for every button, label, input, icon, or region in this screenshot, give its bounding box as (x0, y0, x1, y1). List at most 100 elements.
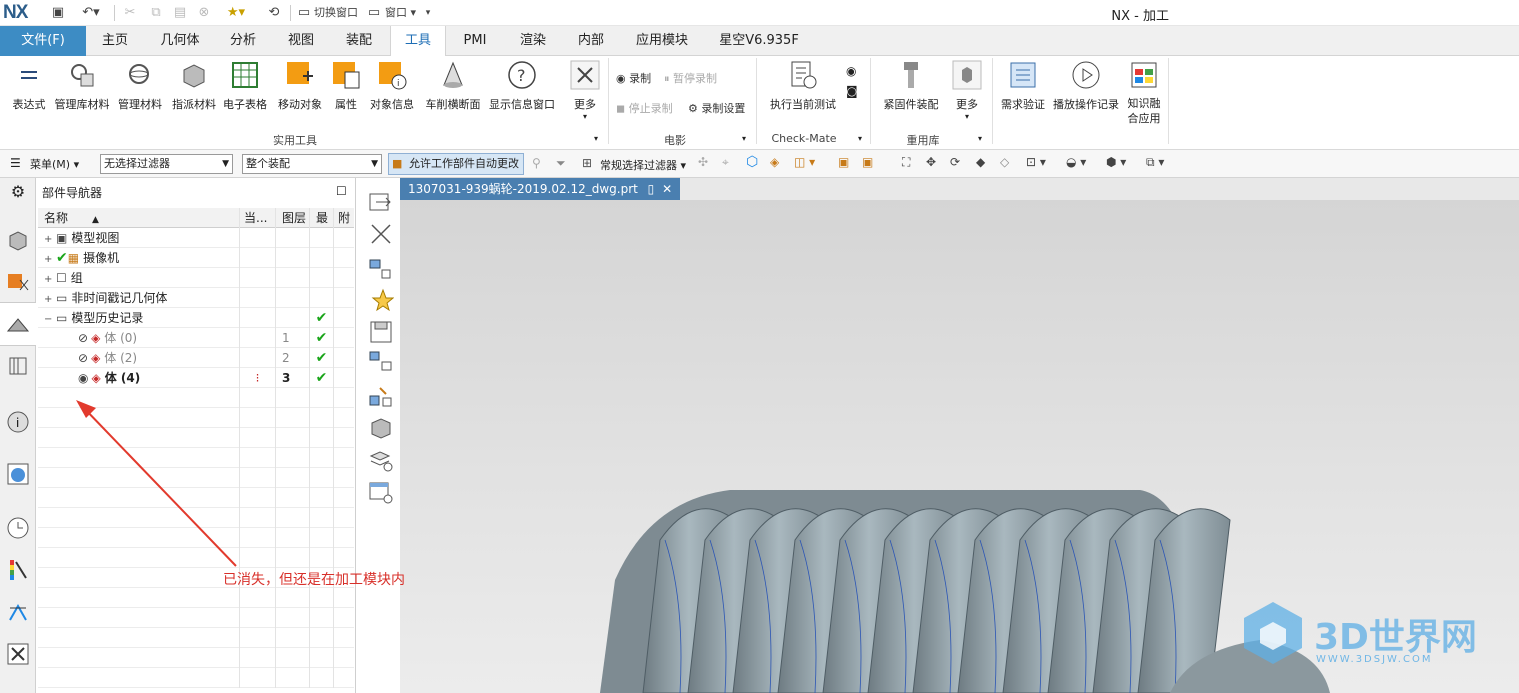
tab-analysis[interactable]: 分析 (228, 26, 258, 56)
menu-button[interactable]: 菜单(M) ▾ (30, 156, 79, 172)
column-current[interactable]: 当... (240, 208, 276, 228)
properties-button[interactable]: 属性 (328, 60, 364, 112)
reuse-expand-icon[interactable]: ▾ (978, 134, 982, 143)
save-part-icon[interactable] (368, 320, 394, 344)
settings-icon[interactable]: ⚙ (6, 182, 30, 206)
table-row[interactable]: ◉ ◈ 体 (4) ⁝ 3 ✔ (38, 368, 354, 388)
undo-icon[interactable]: ↶▾ (78, 4, 104, 22)
add-component-icon[interactable]: ◫ ▾ (794, 155, 815, 169)
layer-icon[interactable]: ⧉ ▾ (1146, 155, 1164, 170)
view-cube-icon[interactable]: ⬢ ▾ (1106, 155, 1126, 169)
table-row[interactable]: ⊘ ◈ 体 (2) 2 ✔ (38, 348, 354, 368)
constraint-navigator-icon[interactable] (6, 270, 30, 294)
shaded-icon[interactable]: ◆ (976, 155, 985, 169)
history-icon[interactable] (6, 516, 30, 540)
expand-toggle-icon[interactable]: + (44, 250, 56, 270)
table-row[interactable]: ⊘ ◈ 体 (0) 1 ✔ (38, 328, 354, 348)
zoom-box-icon[interactable]: ⊡ ▾ (1026, 155, 1046, 169)
star-icon[interactable] (368, 288, 395, 312)
document-tab[interactable]: 1307031-939蜗轮-2019.02.12_dwg.prt ▯ ✕ (400, 178, 680, 200)
fit-view-icon[interactable]: ⛶ (902, 155, 910, 170)
repeat-command-icon[interactable]: ⟲ (264, 4, 284, 22)
save-icon[interactable]: ▣ (48, 4, 68, 22)
tab-render[interactable]: 渲染 (518, 26, 548, 56)
hidden-eye-icon[interactable]: ⊘ (78, 351, 88, 365)
hidden-eye-icon[interactable]: ⊘ (78, 331, 88, 345)
play-operation-record-button[interactable]: 播放操作记录 (1052, 60, 1120, 112)
tab-application[interactable]: 应用模块 (634, 26, 690, 56)
fastener-assembly-button[interactable]: 紧固件装配 (880, 60, 942, 112)
run-current-test-button[interactable]: 执行当前测试 (766, 60, 840, 112)
menu-icon[interactable]: ☰ (10, 156, 21, 170)
component-icon[interactable]: ◈ (770, 155, 779, 169)
expand-toggle-icon[interactable]: + (44, 230, 56, 250)
spreadsheet-button[interactable]: 电子表格 (222, 60, 268, 112)
turning-cross-section-button[interactable]: 车削横断面 (422, 60, 484, 112)
view-settings-icon[interactable] (368, 480, 394, 504)
tab-internal[interactable]: 内部 (576, 26, 606, 56)
checkmate-expand-icon[interactable]: ▾ (858, 134, 862, 143)
view-orient-icon[interactable]: ◇ (1000, 155, 1009, 169)
table-row[interactable]: + ☐ 组 (38, 268, 354, 288)
snap-icon-2[interactable]: ⌖ (722, 155, 729, 170)
table-row[interactable]: − ▭ 模型历史记录 ✔ (38, 308, 354, 328)
table-row[interactable]: + ✔▦ 摄像机 (38, 248, 354, 268)
cut-icon[interactable]: ✂ (120, 4, 140, 22)
close-tab-icon[interactable]: ✕ (662, 182, 672, 196)
table-row[interactable]: + ▭ 非时间戳记几何体 (38, 288, 354, 308)
tab-tools[interactable]: 工具 (390, 26, 446, 57)
expression-button[interactable]: 表达式 (10, 60, 48, 112)
solid-icon[interactable] (368, 416, 394, 440)
show-info-window-button[interactable]: ? 显示信息窗口 (488, 60, 556, 112)
hierarchy-icon[interactable] (368, 384, 394, 408)
filter-disabled-icon[interactable]: ⚲ (532, 156, 541, 170)
tab-view[interactable]: 视图 (286, 26, 316, 56)
checkmate-log-icon[interactable]: ◙ (846, 84, 858, 98)
maximize-icon[interactable]: ☐ (336, 184, 347, 198)
table-row[interactable]: + ▣ 模型视图 (38, 228, 354, 248)
scope-select[interactable]: 整个装配 ▼ (242, 154, 382, 174)
box-icon[interactable]: ▣ (838, 155, 849, 169)
delete-icon[interactable]: ⊗ (194, 4, 214, 22)
utilities-expand-icon[interactable]: ▾ (594, 134, 598, 143)
expand-toggle-icon[interactable]: + (44, 270, 56, 290)
export-icon[interactable] (368, 190, 394, 214)
record-button[interactable]: ◉ 录制 (616, 70, 651, 86)
rotate-icon[interactable]: ⟳ (950, 155, 960, 169)
web-browser-icon[interactable] (6, 462, 30, 486)
knowledge-fusion-button[interactable]: 知识融合应用 (1124, 60, 1164, 126)
snap-icon-1[interactable]: ✣ (698, 155, 708, 169)
layer-settings-icon[interactable] (368, 448, 394, 472)
role-icon[interactable] (6, 600, 30, 624)
manage-library-material-button[interactable]: 管理库材料 (52, 60, 112, 112)
structure-icon[interactable] (368, 350, 394, 374)
general-filter-icon[interactable]: ⊞ (582, 156, 592, 170)
tool-icon[interactable] (6, 642, 30, 666)
funnel-icon[interactable]: ⏷ (556, 156, 566, 171)
auto-change-work-part-toggle[interactable]: ■ 允许工作部件自动更改 (388, 153, 524, 175)
palette-icon[interactable] (6, 558, 30, 582)
record-settings-button[interactable]: ⚙ 录制设置 (688, 100, 745, 116)
reuse-library-icon[interactable] (6, 354, 30, 378)
visible-check-icon[interactable]: ✔ (56, 250, 68, 266)
expand-toggle-icon[interactable]: + (44, 290, 56, 310)
paste-icon[interactable]: ▤ (170, 4, 190, 22)
favorite-icon[interactable]: ★▾ (222, 4, 250, 22)
stop-record-button[interactable]: ◼ 停止录制 (616, 100, 673, 116)
column-layer[interactable]: 图层 (276, 208, 310, 228)
utilities-more-button[interactable]: 更多 ▾ (566, 60, 604, 121)
general-filter-button[interactable]: 常规选择过滤器 ▾ (600, 157, 686, 173)
tab-geometry[interactable]: 几何体 (158, 26, 202, 56)
close-x-icon[interactable] (368, 222, 394, 246)
tab-file[interactable]: 文件(F) (0, 26, 86, 56)
assembly-tree-icon[interactable] (368, 256, 394, 280)
column-attach[interactable]: 附 (334, 208, 354, 228)
info-icon[interactable]: i (6, 410, 30, 434)
eye-icon[interactable]: ◉ (78, 371, 88, 385)
movie-expand-icon[interactable]: ▾ (742, 134, 746, 143)
tab-xingkong[interactable]: 星空V6.935F (718, 26, 800, 56)
assign-material-button[interactable]: 指派材料 (168, 60, 220, 112)
render-style-icon[interactable]: ◒ ▾ (1066, 155, 1086, 169)
assembly-navigator-icon[interactable] (6, 228, 30, 252)
move-object-button[interactable]: 移动对象 (274, 60, 326, 112)
